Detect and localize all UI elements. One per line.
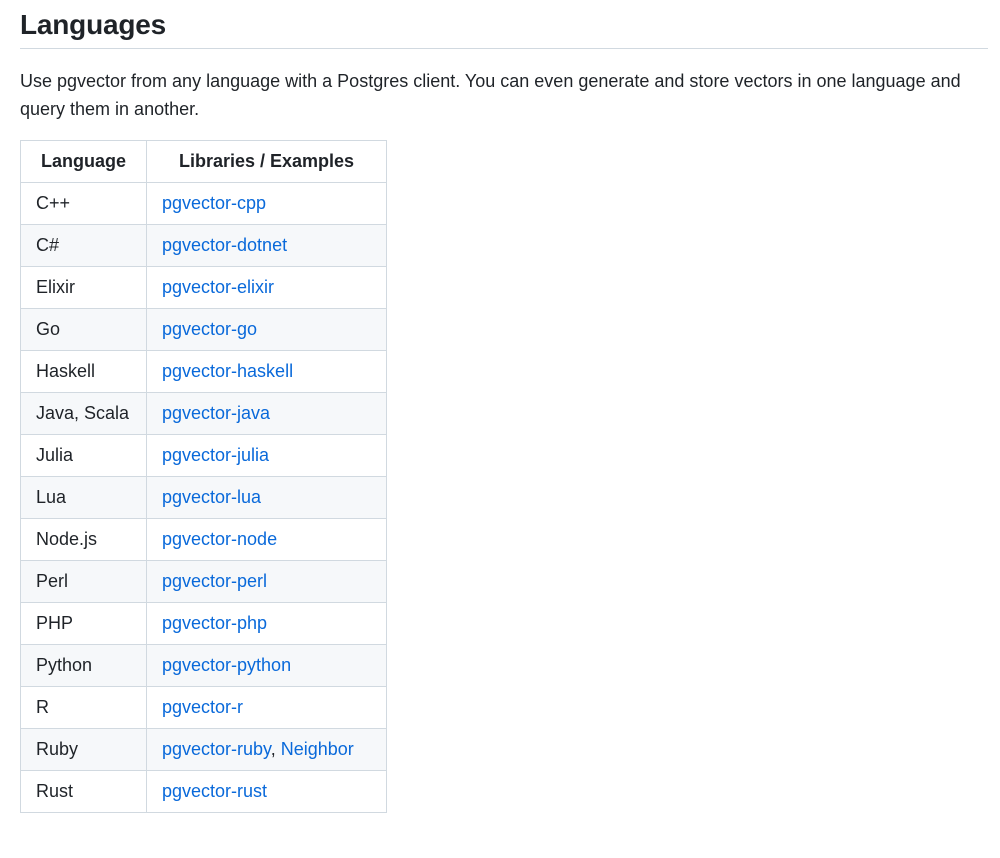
libraries-cell: pgvector-go: [146, 308, 387, 351]
libraries-cell: pgvector-java: [146, 392, 387, 435]
libraries-cell: pgvector-dotnet: [146, 224, 387, 267]
libraries-cell: pgvector-julia: [146, 434, 387, 477]
library-link[interactable]: pgvector-java: [162, 403, 270, 423]
table-row: Rust pgvector-rust: [20, 770, 387, 813]
libraries-cell: pgvector-perl: [146, 560, 387, 603]
libraries-cell: pgvector-node: [146, 518, 387, 561]
table-row: C# pgvector-dotnet: [20, 224, 387, 267]
language-cell: Java, Scala: [20, 392, 147, 435]
language-cell: C++: [20, 182, 147, 225]
library-link[interactable]: pgvector-python: [162, 655, 291, 675]
libraries-cell: pgvector-r: [146, 686, 387, 729]
language-cell: Python: [20, 644, 147, 687]
table-row: C++ pgvector-cpp: [20, 182, 387, 225]
libraries-cell: pgvector-cpp: [146, 182, 387, 225]
library-link[interactable]: pgvector-lua: [162, 487, 261, 507]
language-cell: Julia: [20, 434, 147, 477]
table-row: Rpgvector-r: [20, 686, 387, 729]
libraries-cell: pgvector-ruby, Neighbor: [146, 728, 387, 771]
library-link[interactable]: pgvector-rust: [162, 781, 267, 801]
readme-section: Languages Use pgvector from any language…: [20, 0, 988, 813]
libraries-cell: pgvector-rust: [146, 770, 387, 813]
language-cell: Perl: [20, 560, 147, 603]
library-link[interactable]: Neighbor: [281, 739, 354, 759]
language-cell: Go: [20, 308, 147, 351]
table-row: Lua pgvector-lua: [20, 476, 387, 519]
library-link[interactable]: pgvector-elixir: [162, 277, 274, 297]
libraries-cell: pgvector-lua: [146, 476, 387, 519]
libraries-cell: pgvector-python: [146, 644, 387, 687]
library-link[interactable]: pgvector-php: [162, 613, 267, 633]
language-cell: Rust: [20, 770, 147, 813]
language-cell: R: [20, 686, 147, 729]
language-cell: Node.js: [20, 518, 147, 561]
language-cell: Lua: [20, 476, 147, 519]
header-libraries: Libraries / Examples: [146, 140, 387, 183]
library-link[interactable]: pgvector-go: [162, 319, 257, 339]
table-row: Python pgvector-python: [20, 644, 387, 687]
libraries-cell: pgvector-php: [146, 602, 387, 645]
language-cell: Haskell: [20, 350, 147, 393]
language-cell: Ruby: [20, 728, 147, 771]
libraries-cell: pgvector-haskell: [146, 350, 387, 393]
library-link[interactable]: pgvector-node: [162, 529, 277, 549]
library-separator: ,: [270, 739, 281, 759]
library-link[interactable]: pgvector-cpp: [162, 193, 266, 213]
table-row: Java, Scala pgvector-java: [20, 392, 387, 435]
table-row: Haskell pgvector-haskell: [20, 350, 387, 393]
table-row: PHP pgvector-php: [20, 602, 387, 645]
table-row: Julia pgvector-julia: [20, 434, 387, 477]
page-title: Languages: [20, 0, 988, 49]
library-link[interactable]: pgvector-ruby: [162, 739, 271, 759]
language-cell: PHP: [20, 602, 147, 645]
library-link[interactable]: pgvector-julia: [162, 445, 269, 465]
language-cell: C#: [20, 224, 147, 267]
table-header-row: Language Libraries / Examples: [20, 140, 387, 183]
table-row: Perl pgvector-perl: [20, 560, 387, 603]
table-row: Node.js pgvector-node: [20, 518, 387, 561]
table-row: Go pgvector-go: [20, 308, 387, 351]
table-row: Ruby pgvector-ruby, Neighbor: [20, 728, 387, 771]
languages-table: Language Libraries / Examples C++ pgvecto…: [20, 140, 387, 813]
library-link[interactable]: pgvector-r: [162, 697, 243, 717]
table-row: Elixir pgvector-elixir: [20, 266, 387, 309]
language-cell: Elixir: [20, 266, 147, 309]
library-link[interactable]: pgvector-dotnet: [162, 235, 287, 255]
libraries-cell: pgvector-elixir: [146, 266, 387, 309]
table-body: C++ pgvector-cpp C# pgvector-dotnet Elixir pg…: [20, 182, 387, 813]
library-link[interactable]: pgvector-haskell: [162, 361, 293, 381]
library-link[interactable]: pgvector-perl: [162, 571, 267, 591]
intro-paragraph: Use pgvector from any language with a Po…: [20, 71, 961, 119]
header-language: Language: [20, 140, 147, 183]
